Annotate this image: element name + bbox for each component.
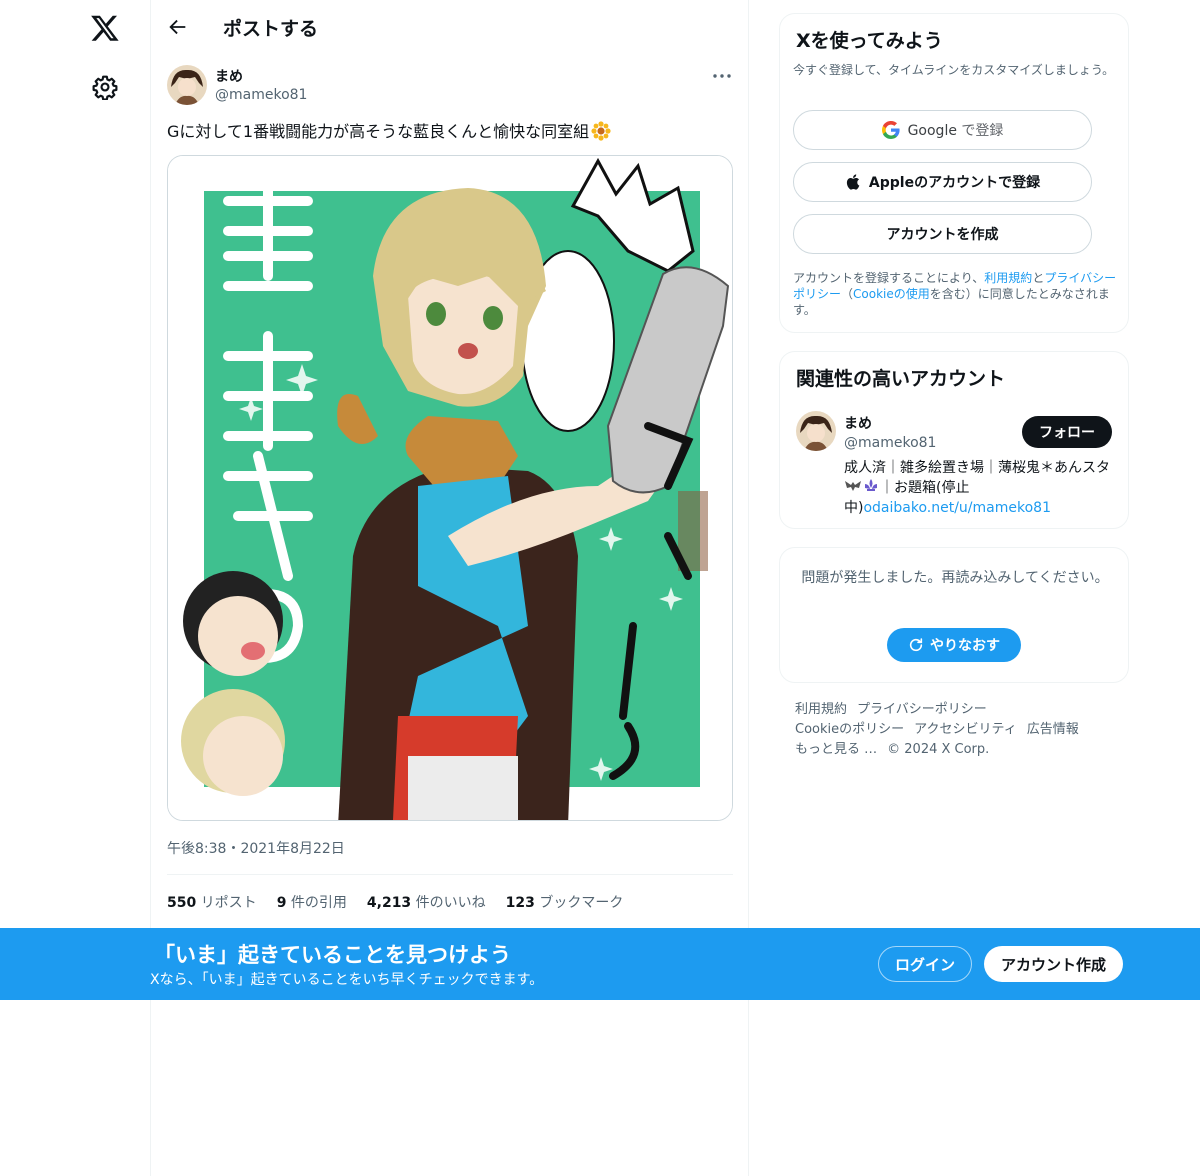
author-handle[interactable]: @mameko81	[215, 87, 307, 103]
apple-signup-label: Appleのアカウントで登録	[868, 175, 1041, 191]
stat-likes-label: 件のいいね	[415, 895, 486, 911]
legal-prefix: アカウントを登録することにより、	[793, 271, 985, 285]
footer-copyright: © 2024 X Corp.	[887, 742, 990, 757]
stat-quotes-label: 件の引用	[290, 895, 347, 911]
footer-row-2: Cookieのポリシー アクセシビリティ 広告情報	[795, 720, 1125, 740]
tweet-text: Gに対して1番戦闘能力が高そうな藍良くんと愉快な同室組	[167, 120, 611, 144]
divider	[167, 874, 733, 875]
sidebar-footer: 利用規約 プライバシーポリシー Cookieのポリシー アクセシビリティ 広告情報 も…	[795, 700, 1125, 760]
banner-title: 「いま」起きていることを見つけよう	[154, 943, 511, 967]
create-account-button[interactable]: アカウントを作成	[793, 214, 1092, 254]
error-message: 問題が発生しました。再読み込みしてください。	[801, 570, 1109, 586]
fleur-de-lis-emoji-icon	[865, 479, 877, 491]
refresh-icon	[909, 638, 923, 652]
terms-link[interactable]: 利用規約	[984, 271, 1032, 285]
back-arrow-icon[interactable]	[167, 16, 189, 38]
footer-link-ads[interactable]: 広告情報	[1027, 722, 1079, 737]
tweet-stats: 550 リポスト 9 件の引用 4,213 件のいいね 123 ブックマーク	[167, 892, 623, 912]
page-title: ポストする	[223, 18, 319, 40]
author-avatar[interactable]	[167, 65, 207, 105]
stat-reposts-count: 550	[167, 895, 197, 911]
author-name[interactable]: まめ	[215, 66, 243, 86]
more-options-icon[interactable]	[711, 66, 733, 86]
banner-subtitle: Xなら、「いま」起きていることをいち早くチェックできます。	[150, 972, 544, 988]
create-account-label: アカウントを作成	[886, 227, 999, 243]
related-bio: 成人済｜雑多絵置き場｜薄桜鬼＊あんスタ｜お題箱(停止中)odaibako.net…	[844, 458, 1114, 518]
google-logo-icon	[881, 121, 900, 139]
footer-link-more[interactable]: もっと見る …	[795, 742, 877, 757]
retry-label: やりなおす	[930, 638, 1000, 654]
bio-link[interactable]: odaibako.net/u/mameko81	[863, 500, 1051, 516]
cookie-link[interactable]: Cookieの使用	[853, 287, 930, 301]
related-name[interactable]: まめ	[844, 413, 872, 433]
related-title: 関連性の高いアカウント	[796, 368, 1006, 390]
stat-quotes[interactable]: 9 件の引用	[277, 892, 347, 912]
related-handle[interactable]: @mameko81	[844, 435, 936, 451]
footer-link-cookie[interactable]: Cookieのポリシー	[795, 722, 904, 737]
login-button[interactable]: ログイン	[878, 946, 972, 982]
stat-bookmarks[interactable]: 123 ブックマーク	[506, 892, 624, 912]
footer-row-1: 利用規約 プライバシーポリシー	[795, 700, 1125, 720]
footer-row-3: もっと見る … © 2024 X Corp.	[795, 740, 1125, 760]
error-card: 問題が発生しました。再読み込みしてください。 やりなおす	[779, 547, 1129, 683]
related-accounts-card: 関連性の高いアカウント まめ @mameko81 フォロー 成人済｜雑多絵置き場…	[779, 351, 1129, 529]
stat-likes-count: 4,213	[366, 895, 412, 911]
sunflower-emoji-icon	[591, 121, 611, 141]
x-logo-icon[interactable]	[90, 13, 120, 43]
bat-emoji-icon	[845, 481, 861, 491]
related-bio-text: 成人済｜雑多絵置き場｜薄桜鬼＊あんスタ	[844, 460, 1110, 476]
legal-and: と	[1032, 271, 1045, 285]
retry-button[interactable]: やりなおす	[887, 628, 1021, 662]
follow-button[interactable]: フォロー	[1022, 416, 1112, 448]
stat-bookmarks-label: ブックマーク	[539, 895, 624, 911]
gear-icon[interactable]	[92, 74, 118, 100]
apple-signup-button[interactable]: Appleのアカウントで登録	[793, 162, 1092, 202]
google-brand-text: Google	[907, 123, 957, 139]
stat-quotes-count: 9	[276, 895, 287, 911]
footer-link-accessibility[interactable]: アクセシビリティ	[914, 722, 1017, 737]
google-signup-label: Google で登録	[908, 120, 1004, 140]
google-suffix-text: で登録	[961, 123, 1004, 139]
apple-logo-icon	[846, 174, 860, 190]
bottom-signup-banner: 「いま」起きていることを見つけよう Xなら、「いま」起きていることをいち早くチェ…	[0, 928, 1200, 1000]
stat-bookmarks-count: 123	[505, 895, 535, 911]
google-signup-button[interactable]: Google で登録	[793, 110, 1092, 150]
tweet-timestamp[interactable]: 午後8:38・2021年8月22日	[167, 838, 345, 858]
legal-paren: （	[841, 287, 854, 301]
stat-reposts-label: リポスト	[200, 895, 257, 911]
signup-subtitle: 今すぐ登録して、タイムラインをカスタマイズしましょう。	[793, 63, 1115, 77]
related-avatar[interactable]	[796, 411, 836, 451]
stat-reposts[interactable]: 550 リポスト	[167, 892, 257, 912]
footer-link-privacy[interactable]: プライバシーポリシー	[857, 702, 987, 717]
tweet-text-body: Gに対して1番戦闘能力が高そうな藍良くんと愉快な同室組	[167, 122, 590, 141]
banner-create-account-button[interactable]: アカウント作成	[984, 946, 1123, 982]
tweet-media-image[interactable]	[167, 155, 733, 821]
signup-card: Xを使ってみよう 今すぐ登録して、タイムラインをカスタマイズしましょう。 Goo…	[779, 13, 1129, 333]
signup-title: Xを使ってみよう	[796, 30, 943, 52]
legal-notice: アカウントを登録することにより、利用規約とプライバシーポリシー（Cookieの使…	[793, 270, 1123, 318]
stat-likes[interactable]: 4,213 件のいいね	[367, 892, 486, 912]
footer-link-terms[interactable]: 利用規約	[795, 702, 847, 717]
